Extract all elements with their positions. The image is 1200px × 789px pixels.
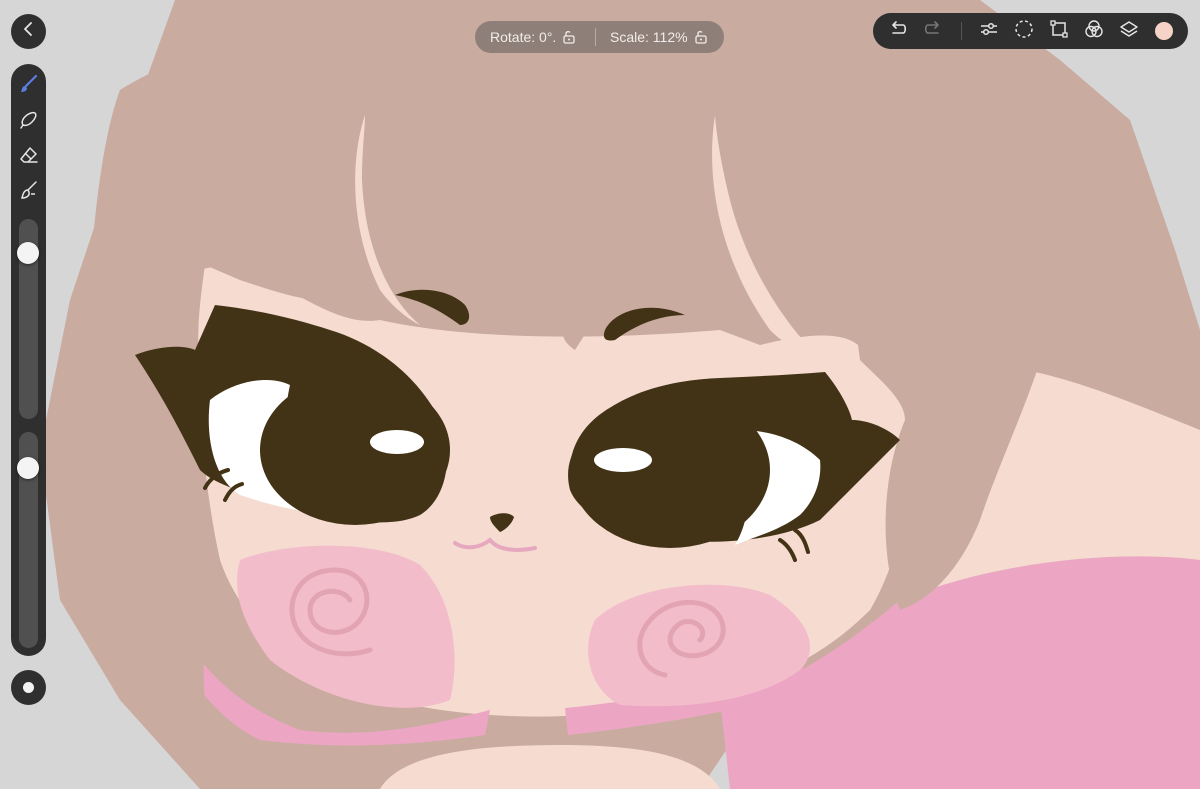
transform-button[interactable] bbox=[1047, 19, 1071, 43]
transform-info-pill: Rotate: 0°. Scale: 112% bbox=[475, 21, 724, 53]
layers-icon bbox=[1119, 19, 1139, 44]
fill-brush-icon bbox=[19, 180, 39, 205]
brush-tool-button[interactable] bbox=[16, 74, 41, 99]
rotate-lock-toggle[interactable]: Rotate: 0°. bbox=[475, 21, 595, 53]
redo-icon bbox=[923, 19, 943, 44]
rotate-label: Rotate: 0°. bbox=[490, 29, 557, 45]
scale-lock-toggle[interactable]: Scale: 112% bbox=[596, 21, 708, 53]
smudge-tool-button[interactable] bbox=[16, 110, 41, 135]
back-button[interactable] bbox=[11, 14, 46, 49]
drawing-canvas[interactable] bbox=[0, 0, 1200, 789]
brush-size-knob[interactable] bbox=[17, 242, 39, 265]
color-mix-button[interactable] bbox=[1082, 19, 1106, 43]
adjustments-button[interactable] bbox=[977, 19, 1001, 43]
drawing-app: Rotate: 0°. Scale: 112% bbox=[0, 0, 1200, 789]
unlock-icon bbox=[562, 30, 576, 44]
brush-icon bbox=[19, 74, 39, 99]
eraser-tool-button[interactable] bbox=[16, 145, 41, 170]
redo-button[interactable] bbox=[921, 19, 945, 43]
modifier-dot-icon bbox=[23, 682, 34, 693]
eye-left-iris bbox=[260, 375, 450, 525]
selection-button[interactable] bbox=[1012, 19, 1036, 43]
modifier-button[interactable] bbox=[11, 670, 46, 705]
eye-left-highlight bbox=[370, 430, 424, 454]
unlock-icon bbox=[694, 30, 708, 44]
eye-right-iris bbox=[570, 392, 770, 548]
top-toolbar bbox=[873, 13, 1188, 49]
current-color-swatch[interactable] bbox=[1155, 22, 1173, 40]
eraser-icon bbox=[19, 145, 39, 170]
toolbar-divider bbox=[961, 22, 962, 40]
undo-icon bbox=[888, 19, 908, 44]
left-toolbar bbox=[11, 64, 46, 656]
lasso-select-icon bbox=[1014, 19, 1034, 44]
layers-button[interactable] bbox=[1117, 19, 1141, 43]
fill-tool-button[interactable] bbox=[16, 180, 41, 205]
scale-label: Scale: 112% bbox=[610, 29, 688, 45]
chevron-left-icon bbox=[22, 22, 36, 41]
smudge-icon bbox=[19, 110, 39, 135]
sliders-icon bbox=[979, 19, 999, 44]
eye-right-highlight bbox=[594, 448, 652, 472]
undo-button[interactable] bbox=[886, 19, 910, 43]
blend-circles-icon bbox=[1084, 19, 1104, 44]
transform-icon bbox=[1049, 19, 1069, 44]
